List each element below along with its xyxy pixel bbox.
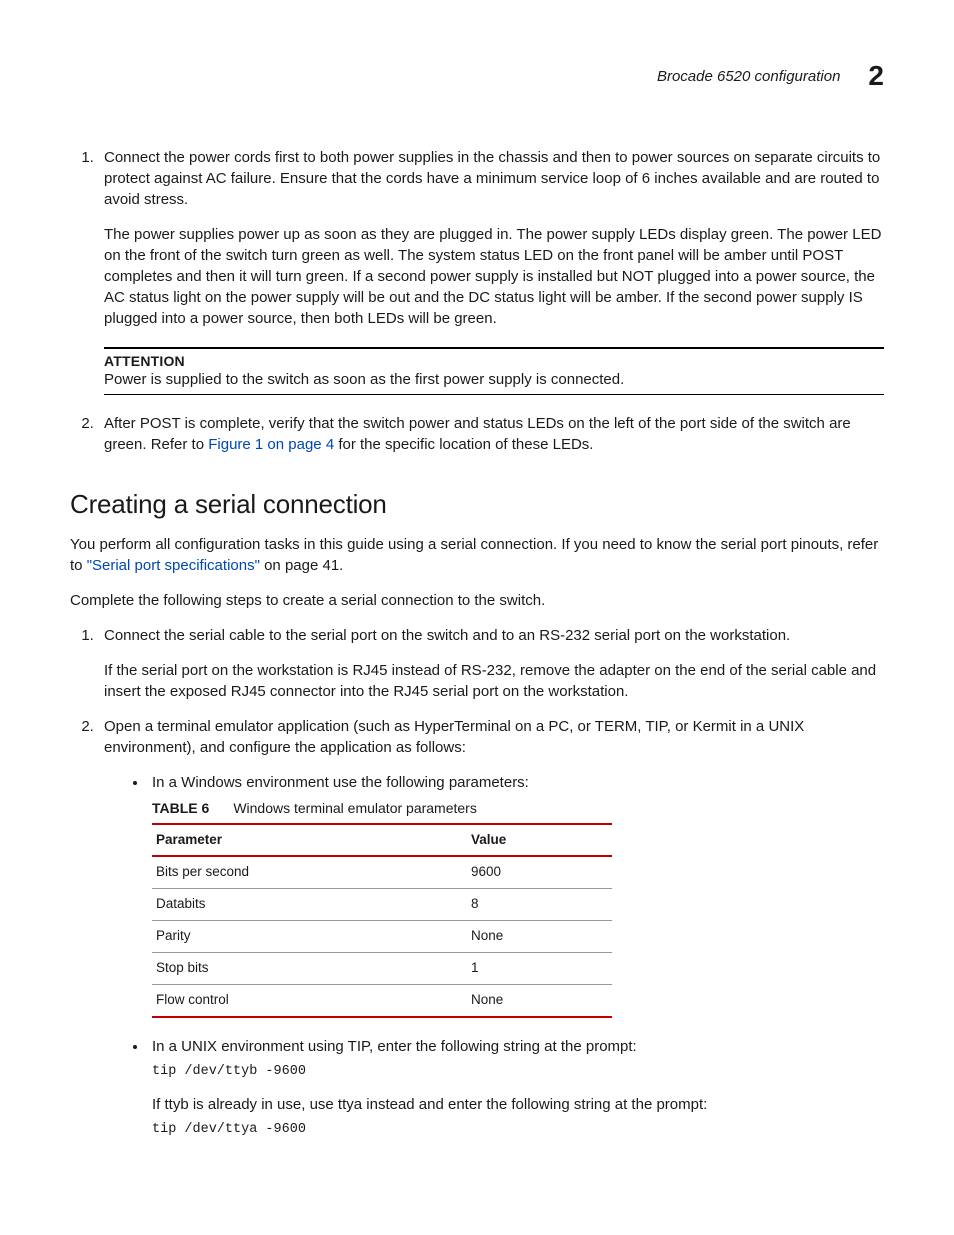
cell-value: None: [467, 985, 612, 1017]
cell-param: Parity: [152, 921, 467, 953]
step-b2-para-1: Open a terminal emulator application (su…: [104, 716, 884, 758]
table-row: Bits per second 9600: [152, 856, 612, 888]
cell-param: Databits: [152, 889, 467, 921]
cell-value: None: [467, 921, 612, 953]
code-ttya: tip /dev/ttya -9600: [152, 1121, 884, 1140]
code-ttyb: tip /dev/ttyb -9600: [152, 1063, 884, 1082]
sub-bullets: In a Windows environment use the followi…: [128, 772, 884, 1140]
step-2: After POST is complete, verify that the …: [98, 413, 884, 455]
attention-body: Power is supplied to the switch as soon …: [104, 371, 884, 388]
procedure-b: Connect the serial cable to the serial p…: [70, 625, 884, 1140]
table-header-row: Parameter Value: [152, 824, 612, 857]
attention-box: ATTENTION Power is supplied to the switc…: [104, 347, 884, 395]
step-2-para: After POST is complete, verify that the …: [104, 413, 884, 455]
table-caption: TABLE 6 Windows terminal emulator paramet…: [152, 799, 884, 819]
step-2-post: for the specific location of these LEDs.: [334, 436, 593, 453]
table-row: Stop bits 1: [152, 953, 612, 985]
step-b1-para-1: Connect the serial cable to the serial p…: [104, 625, 884, 646]
cell-value: 9600: [467, 856, 612, 888]
figure-1-link[interactable]: Figure 1 on page 4: [208, 436, 334, 453]
cell-value: 8: [467, 889, 612, 921]
step-1-para-2: The power supplies power up as soon as t…: [104, 224, 884, 329]
th-parameter: Parameter: [152, 824, 467, 857]
bullet-windows-text: In a Windows environment use the followi…: [152, 774, 529, 791]
step-1-para-1: Connect the power cords first to both po…: [104, 147, 884, 210]
step-b2: Open a terminal emulator application (su…: [98, 716, 884, 1140]
chapter-number: 2: [868, 60, 884, 92]
cell-param: Bits per second: [152, 856, 467, 888]
table-row: Flow control None: [152, 985, 612, 1017]
table-row: Parity None: [152, 921, 612, 953]
bullet-unix-text: In a UNIX environment using TIP, enter t…: [152, 1038, 637, 1055]
table-row: Databits 8: [152, 889, 612, 921]
step-b1-para-2: If the serial port on the workstation is…: [104, 660, 884, 702]
table-wrapper: TABLE 6 Windows terminal emulator paramet…: [152, 799, 884, 1018]
table-caption-text: Windows terminal emulator parameters: [233, 800, 477, 816]
intro-para-2: Complete the following steps to create a…: [70, 590, 884, 611]
intro-para: You perform all configuration tasks in t…: [70, 534, 884, 576]
page: Brocade 6520 configuration 2 Connect the…: [0, 0, 954, 1235]
step-1: Connect the power cords first to both po…: [98, 147, 884, 329]
serial-spec-link[interactable]: "Serial port specifications": [87, 557, 260, 574]
cell-param: Flow control: [152, 985, 467, 1017]
section-heading: Creating a serial connection: [70, 489, 884, 520]
bullet-windows: In a Windows environment use the followi…: [148, 772, 884, 1018]
page-header: Brocade 6520 configuration 2: [70, 60, 884, 92]
attention-label: ATTENTION: [104, 353, 884, 369]
params-table: Parameter Value Bits per second 9600: [152, 823, 612, 1018]
procedure-a-cont: After POST is complete, verify that the …: [70, 413, 884, 455]
cell-value: 1: [467, 953, 612, 985]
table-label: TABLE 6: [152, 800, 209, 816]
header-title: Brocade 6520 configuration: [657, 68, 840, 85]
intro-post: on page 41.: [260, 557, 343, 574]
procedure-a: Connect the power cords first to both po…: [70, 147, 884, 329]
bullet-unix-note: If ttyb is already in use, use ttya inst…: [152, 1094, 884, 1115]
bullet-unix: In a UNIX environment using TIP, enter t…: [148, 1036, 884, 1140]
th-value: Value: [467, 824, 612, 857]
step-b1: Connect the serial cable to the serial p…: [98, 625, 884, 702]
cell-param: Stop bits: [152, 953, 467, 985]
